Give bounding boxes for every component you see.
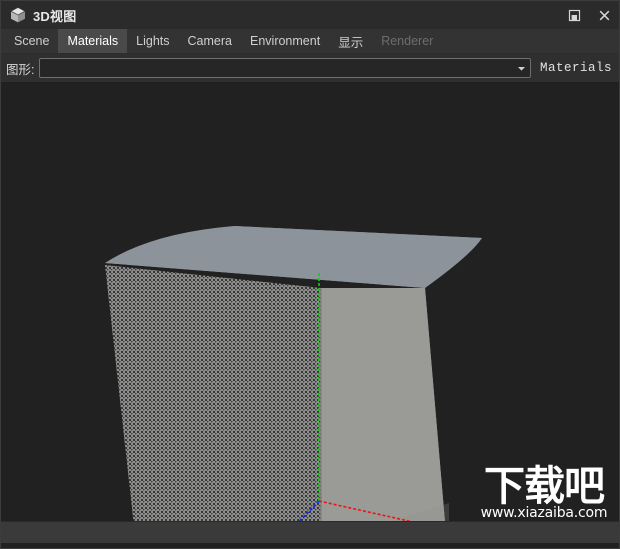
tab-camera[interactable]: Camera bbox=[179, 29, 241, 53]
restore-button[interactable] bbox=[559, 1, 589, 29]
title-bar: 3D视图 bbox=[1, 1, 619, 29]
3d-view-window: 3D视图 Scene Materials Lights Camera Envir… bbox=[0, 0, 620, 549]
tab-display[interactable]: 显示 bbox=[329, 29, 372, 53]
tab-scene[interactable]: Scene bbox=[5, 29, 58, 53]
window-controls bbox=[559, 1, 619, 29]
shape-dropdown[interactable] bbox=[39, 58, 531, 78]
tab-bar: Scene Materials Lights Camera Environmen… bbox=[1, 29, 619, 54]
chevron-down-icon[interactable] bbox=[514, 59, 530, 77]
tab-renderer: Renderer bbox=[381, 34, 434, 48]
status-bar bbox=[1, 521, 619, 543]
tab-lights[interactable]: Lights bbox=[127, 29, 178, 53]
tab-materials[interactable]: Materials bbox=[58, 29, 128, 53]
shape-toolbar: 图形: Materials bbox=[1, 54, 619, 83]
3d-viewport[interactable]: 下载吧 www.xiazaiba.com bbox=[1, 83, 619, 521]
3d-scene bbox=[105, 226, 482, 521]
close-button[interactable] bbox=[589, 1, 619, 29]
cube-right-face-edge bbox=[321, 288, 445, 521]
tab-environment[interactable]: Environment bbox=[241, 29, 329, 53]
shape-label: 图形: bbox=[6, 62, 35, 77]
window-title: 3D视图 bbox=[33, 8, 77, 24]
cube-icon bbox=[7, 4, 29, 26]
panel-name-label: Materials bbox=[539, 61, 612, 75]
